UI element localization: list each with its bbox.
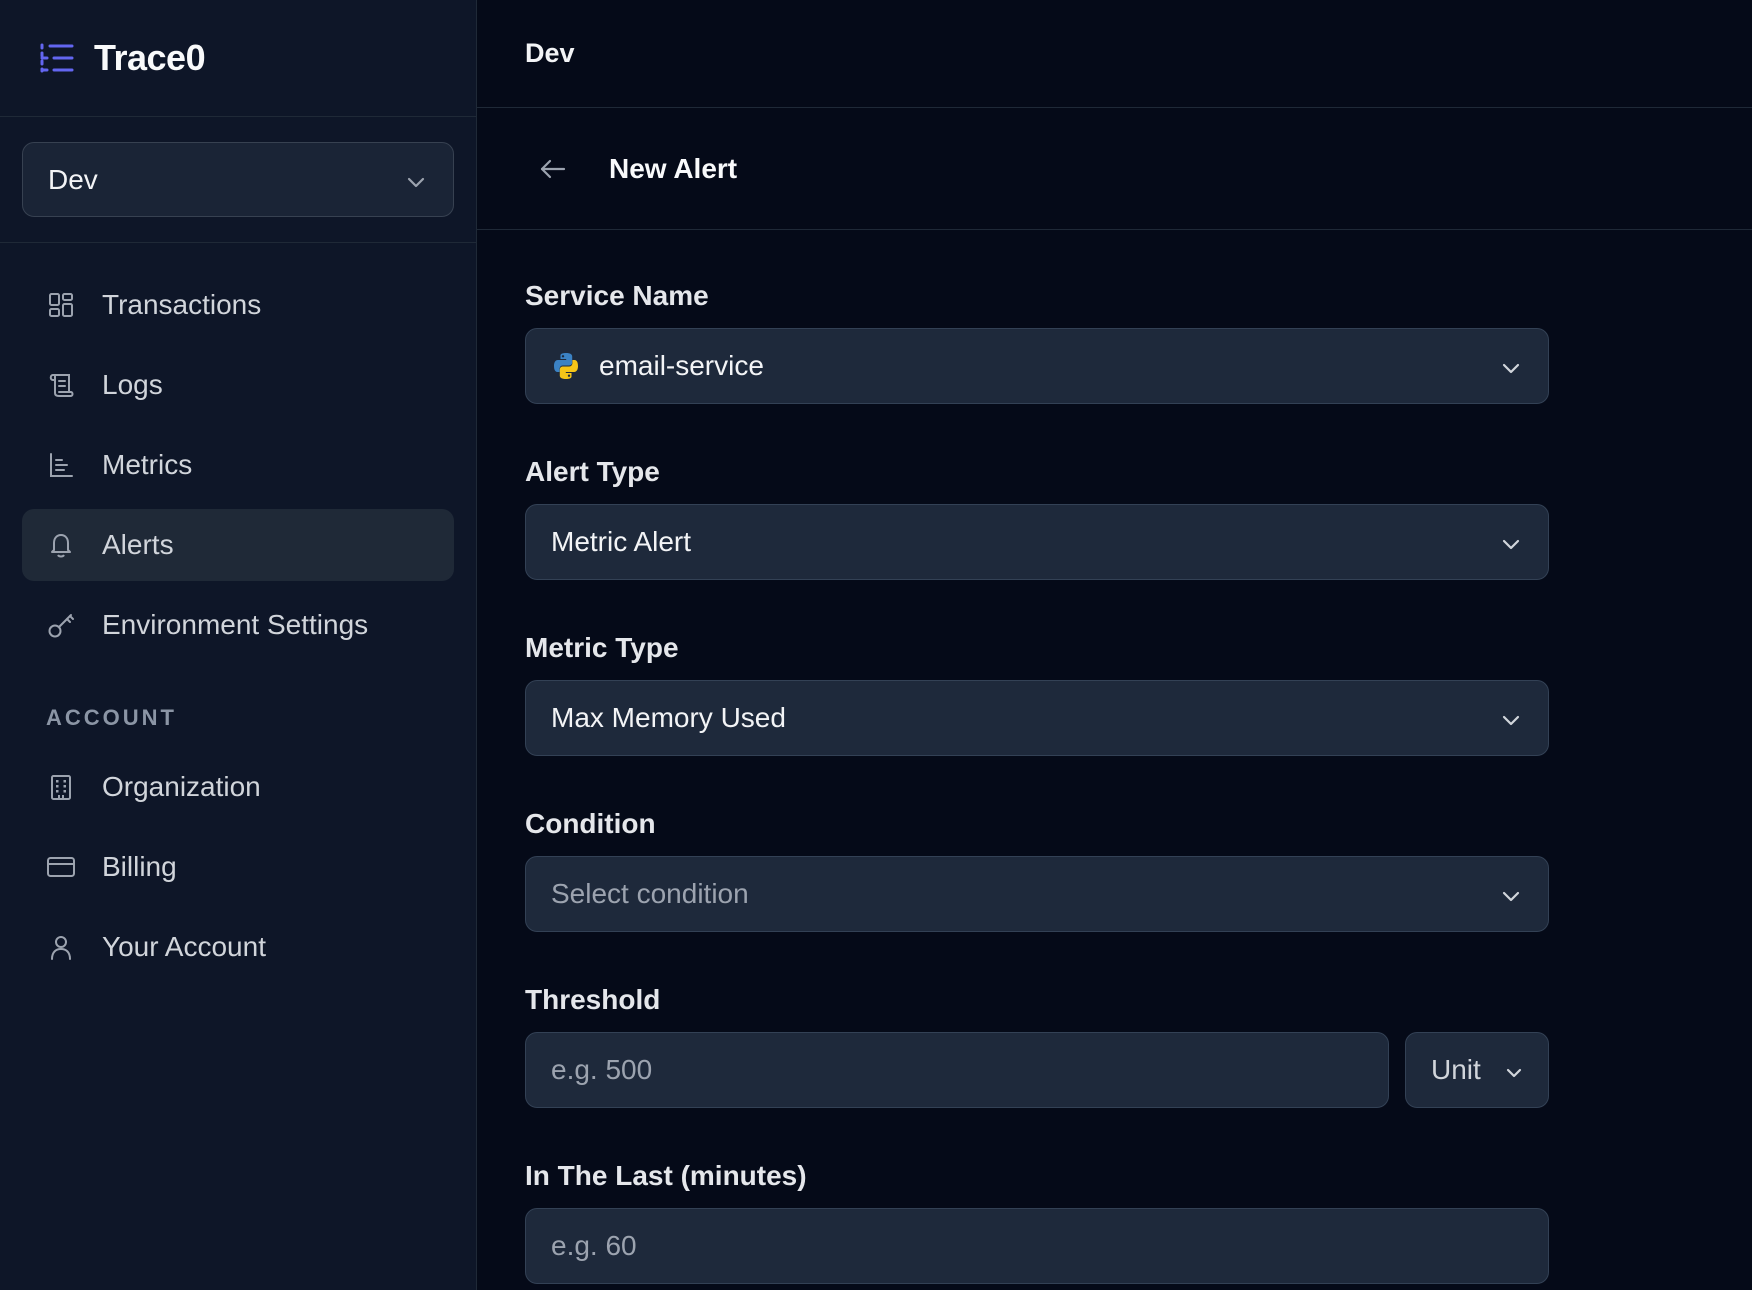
sidebar-item-your-account[interactable]: Your Account: [22, 911, 454, 983]
building-icon: [46, 772, 76, 802]
service-name-value: email-service: [599, 350, 764, 381]
alert-type-value: Metric Alert: [551, 526, 692, 557]
metric-type-label: Metric Type: [525, 632, 679, 663]
main-content: Dev New Alert Service Name email-service…: [477, 0, 1752, 1290]
chevron-down-icon: [1502, 702, 1520, 734]
sidebar-item-label: Alerts: [102, 529, 174, 560]
account-nav: Organization Billing Your Account: [0, 751, 476, 983]
python-icon: [551, 351, 581, 381]
sidebar-item-label: Metrics: [102, 449, 193, 480]
metric-type-select[interactable]: Max Memory Used: [525, 680, 1549, 756]
sidebar-item-organization[interactable]: Organization: [22, 751, 454, 823]
chevron-down-icon: [1502, 350, 1520, 382]
sidebar-item-label: Organization: [102, 771, 261, 802]
chart-icon: [46, 450, 76, 480]
grid-icon: [46, 290, 76, 320]
key-icon: [46, 610, 76, 640]
chevron-down-icon: [407, 164, 425, 196]
environment-selector[interactable]: Dev: [22, 142, 454, 217]
sidebar-item-label: Your Account: [102, 931, 266, 962]
user-icon: [46, 932, 76, 962]
app-name: Trace0: [94, 37, 206, 78]
chevron-down-icon: [1502, 878, 1520, 910]
threshold-input[interactable]: [525, 1032, 1389, 1108]
metric-type-value: Max Memory Used: [551, 702, 786, 733]
back-arrow-icon[interactable]: [539, 154, 569, 184]
sidebar-item-environment-settings[interactable]: Environment Settings: [22, 589, 454, 661]
sidebar-item-alerts[interactable]: Alerts: [22, 509, 454, 581]
sidebar-item-transactions[interactable]: Transactions: [22, 269, 454, 341]
sidebar-item-label: Billing: [102, 851, 177, 882]
chevron-down-icon: [1506, 1054, 1522, 1086]
trace-logo-icon: [38, 40, 78, 76]
credit-card-icon: [46, 852, 76, 882]
service-name-select[interactable]: email-service: [525, 328, 1549, 404]
top-bar: Dev: [477, 0, 1752, 108]
sidebar-item-label: Environment Settings: [102, 609, 369, 640]
sidebar: Trace0 Dev Transactions Logs Metrics Ale…: [0, 0, 477, 1290]
sidebar-item-billing[interactable]: Billing: [22, 831, 454, 903]
alert-type-label: Alert Type: [525, 456, 660, 487]
scroll-icon: [46, 370, 76, 400]
condition-placeholder: Select condition: [551, 878, 749, 909]
sidebar-item-label: Logs: [102, 369, 163, 400]
threshold-label: Threshold: [525, 984, 661, 1015]
sidebar-item-logs[interactable]: Logs: [22, 349, 454, 421]
chevron-down-icon: [1502, 526, 1520, 558]
condition-select[interactable]: Select condition: [525, 856, 1549, 932]
service-name-label: Service Name: [525, 280, 709, 311]
brand[interactable]: Trace0: [0, 0, 476, 117]
environment-selector-value: Dev: [48, 163, 98, 195]
breadcrumb: Dev: [525, 38, 575, 68]
in-the-last-label: In The Last (minutes): [525, 1160, 807, 1191]
unit-select[interactable]: Unit: [1405, 1032, 1549, 1108]
page-header: New Alert: [477, 108, 1752, 230]
condition-label: Condition: [525, 808, 656, 839]
main-nav: Transactions Logs Metrics Alerts Environ…: [0, 243, 476, 661]
unit-select-value: Unit: [1431, 1054, 1481, 1085]
page-title: New Alert: [609, 152, 738, 184]
sidebar-item-metrics[interactable]: Metrics: [22, 429, 454, 501]
in-the-last-input[interactable]: [525, 1208, 1549, 1284]
new-alert-form: Service Name email-service Alert Type Me…: [477, 230, 1549, 1284]
account-section-label: ACCOUNT: [46, 705, 177, 730]
sidebar-item-label: Transactions: [102, 289, 262, 320]
bell-icon: [46, 530, 76, 560]
alert-type-select[interactable]: Metric Alert: [525, 504, 1549, 580]
